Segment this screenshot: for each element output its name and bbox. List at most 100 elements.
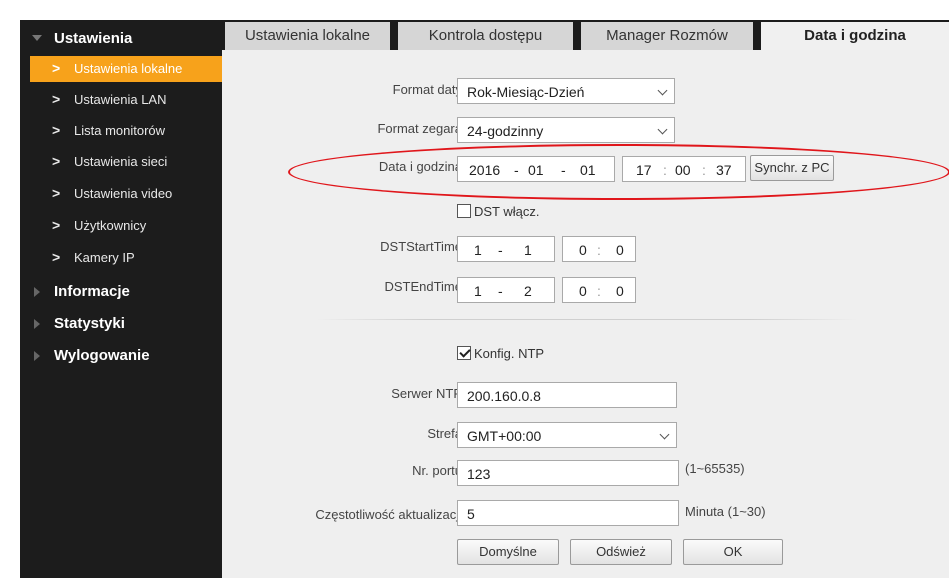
sidebar-item-ustawienia-lokalne[interactable]: > Ustawienia lokalne: [30, 56, 222, 82]
tab-ustawienia-lokalne[interactable]: Ustawienia lokalne: [225, 22, 390, 50]
sidebar-item-label: Ustawienia lokalne: [74, 61, 183, 76]
dst-start-date-input[interactable]: 1 - 1: [457, 236, 555, 262]
month-field[interactable]: 01: [528, 162, 544, 178]
chevron-right-icon: >: [52, 185, 61, 201]
update-frequency-hint: Minuta (1~30): [685, 504, 766, 519]
sidebar-section-label: Informacje: [54, 283, 130, 300]
refresh-button[interactable]: Odśwież: [570, 539, 672, 565]
time-separator: :: [597, 242, 601, 258]
sidebar-section-label: Wylogowanie: [54, 347, 150, 364]
sidebar-section-statystyki[interactable]: Statystyki: [20, 311, 222, 337]
update-frequency-label: Częstotliwość aktualizacji: [315, 507, 462, 522]
default-button[interactable]: Domyślne: [457, 539, 559, 565]
tab-kontrola-dostepu[interactable]: Kontrola dostępu: [398, 22, 573, 50]
second-field[interactable]: 37: [716, 162, 732, 178]
date-separator: -: [498, 242, 503, 258]
sidebar-section-informacje[interactable]: Informacje: [20, 279, 222, 305]
dst-start-month[interactable]: 1: [474, 242, 482, 258]
timezone-select[interactable]: GMT+00:00: [457, 422, 677, 448]
sync-with-pc-button[interactable]: Synchr. z PC: [750, 155, 834, 181]
tab-data-i-godzina[interactable]: Data i godzina: [761, 22, 949, 50]
port-label: Nr. portu: [412, 463, 462, 478]
sidebar-section-wylogowanie[interactable]: Wylogowanie: [20, 343, 222, 369]
chevron-down-icon: [657, 85, 668, 96]
ntp-server-value: 200.160.0.8: [467, 388, 541, 404]
date-separator: -: [514, 162, 519, 178]
dst-end-label: DSTEndTime: [384, 279, 462, 294]
dst-end-time-input[interactable]: 0 : 0: [562, 277, 636, 303]
sidebar-section-label: Statystyki: [54, 315, 125, 332]
chevron-down-icon: [659, 429, 670, 440]
timezone-label: Strefa: [427, 426, 462, 441]
sidebar-item-label: Ustawienia sieci: [74, 154, 168, 169]
chevron-right-icon: >: [52, 91, 61, 107]
sidebar-item-ustawienia-lan[interactable]: > Ustawienia LAN: [30, 87, 222, 113]
ntp-server-input[interactable]: 200.160.0.8: [457, 382, 677, 408]
datetime-label: Data i godzina: [378, 159, 462, 174]
update-frequency-input[interactable]: 5: [457, 500, 679, 526]
year-field[interactable]: 2016: [469, 162, 500, 178]
sidebar-item-lista-monitorow[interactable]: > Lista monitorów: [30, 118, 222, 144]
chevron-right-icon: >: [52, 60, 61, 76]
dst-start-minute[interactable]: 0: [616, 242, 624, 258]
time-separator: :: [702, 162, 706, 178]
date-separator: -: [561, 162, 566, 178]
dst-start-label: DSTStartTime: [380, 239, 462, 254]
dst-start-hour[interactable]: 0: [579, 242, 587, 258]
sidebar-item-label: Użytkownicy: [74, 218, 147, 233]
sidebar-section-ustawienia[interactable]: Ustawienia: [20, 26, 222, 52]
port-input[interactable]: 123: [457, 460, 679, 486]
day-field[interactable]: 01: [580, 162, 596, 178]
ntp-enable-checkbox[interactable]: [457, 346, 471, 360]
dst-end-day[interactable]: 2: [524, 283, 532, 299]
sidebar-item-ustawienia-video[interactable]: > Ustawienia video: [30, 181, 222, 207]
clock-format-select[interactable]: 24-godzinny: [457, 117, 675, 143]
sidebar-item-label: Kamery IP: [74, 250, 135, 265]
dst-start-day[interactable]: 1: [524, 242, 532, 258]
ok-button[interactable]: OK: [683, 539, 783, 565]
date-input[interactable]: 2016 - 01 - 01: [457, 156, 615, 182]
chevron-right-icon: >: [52, 153, 61, 169]
ntp-enable-label: Konfig. NTP: [474, 346, 545, 361]
dst-end-month[interactable]: 1: [474, 283, 482, 299]
date-format-label: Format daty: [392, 82, 462, 97]
sidebar-section-label: Ustawienia: [54, 30, 133, 47]
port-value: 123: [467, 466, 491, 482]
sidebar-item-label: Lista monitorów: [74, 123, 166, 138]
section-divider: [317, 319, 857, 320]
dst-end-date-input[interactable]: 1 - 2: [457, 277, 555, 303]
tab-manager-rozmow[interactable]: Manager Rozmów: [581, 22, 753, 50]
minute-field[interactable]: 00: [675, 162, 691, 178]
sidebar-item-label: Ustawienia video: [74, 186, 173, 201]
chevron-right-icon: >: [52, 217, 61, 233]
sidebar-item-label: Ustawienia LAN: [74, 92, 167, 107]
dst-enable-label: DST włącz.: [474, 204, 540, 219]
ntp-server-label: Serwer NTP: [391, 386, 462, 401]
date-format-value: Rok-Miesiąc-Dzień: [467, 84, 585, 100]
sidebar-item-ustawienia-sieci[interactable]: > Ustawienia sieci: [30, 149, 222, 175]
sidebar-item-kamery-ip[interactable]: > Kamery IP: [30, 245, 222, 271]
clock-format-value: 24-godzinny: [467, 123, 544, 139]
triangle-right-icon: [34, 319, 40, 329]
chevron-right-icon: >: [52, 249, 61, 265]
triangle-right-icon: [34, 287, 40, 297]
triangle-right-icon: [34, 351, 40, 361]
clock-format-label: Format zegara: [377, 121, 462, 136]
dst-end-minute[interactable]: 0: [616, 283, 624, 299]
date-separator: -: [498, 283, 503, 299]
settings-panel: Format daty Rok-Miesiąc-Dzień Format zeg…: [222, 50, 949, 578]
date-format-select[interactable]: Rok-Miesiąc-Dzień: [457, 78, 675, 104]
time-separator: :: [597, 283, 601, 299]
hour-field[interactable]: 17: [636, 162, 652, 178]
triangle-down-icon: [32, 35, 42, 41]
port-range-hint: (1~65535): [685, 461, 745, 476]
time-input[interactable]: 17 : 00 : 37: [622, 156, 746, 182]
dst-start-time-input[interactable]: 0 : 0: [562, 236, 636, 262]
update-frequency-value: 5: [467, 506, 475, 522]
timezone-value: GMT+00:00: [467, 428, 542, 444]
dst-enable-checkbox[interactable]: [457, 204, 471, 218]
chevron-right-icon: >: [52, 122, 61, 138]
time-separator: :: [663, 162, 667, 178]
sidebar-item-uzytkownicy[interactable]: > Użytkownicy: [30, 213, 222, 239]
dst-end-hour[interactable]: 0: [579, 283, 587, 299]
